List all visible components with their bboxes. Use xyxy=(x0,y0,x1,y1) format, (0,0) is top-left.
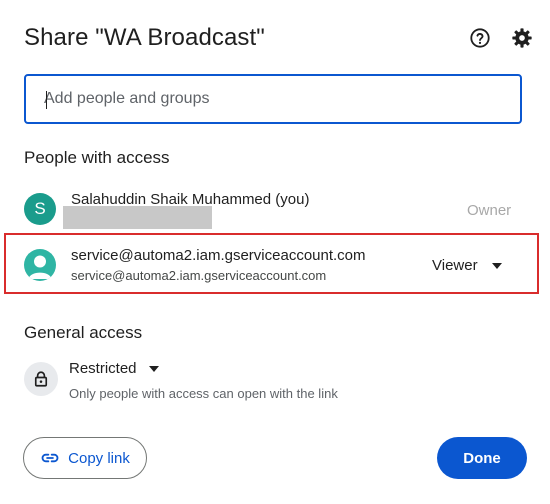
owner-role-label: Owner xyxy=(467,202,512,219)
avatar-letter: S xyxy=(34,199,46,218)
person-icon xyxy=(24,249,56,281)
redacted-email xyxy=(63,206,212,229)
add-people-field[interactable] xyxy=(24,74,522,124)
lock-icon xyxy=(24,362,58,396)
text-cursor xyxy=(46,91,47,109)
link-icon xyxy=(41,453,59,463)
general-access-mode: Restricted xyxy=(69,360,137,377)
add-people-input[interactable] xyxy=(26,76,520,122)
person-row-owner: S Salahuddin Shaik Muhammed (you) Owner xyxy=(0,187,550,231)
copy-link-label: Copy link xyxy=(68,449,130,467)
person-row-service-account: service@automa2.iam.gserviceaccount.com … xyxy=(0,238,550,290)
person-name: service@automa2.iam.gserviceaccount.com xyxy=(71,247,366,264)
people-with-access-heading: People with access xyxy=(24,148,170,167)
done-button[interactable]: Done xyxy=(437,437,527,479)
avatar: S xyxy=(24,193,56,225)
gear-icon[interactable] xyxy=(510,26,534,50)
dialog-title: Share "WA Broadcast" xyxy=(24,24,265,51)
general-access-dropdown[interactable]: Restricted xyxy=(69,360,159,377)
dropdown-arrow-icon xyxy=(491,262,502,269)
help-circle-icon[interactable] xyxy=(468,26,492,50)
dropdown-arrow-icon xyxy=(148,365,159,372)
role-label: Viewer xyxy=(432,257,478,274)
general-access-heading: General access xyxy=(24,323,143,342)
general-access-description: Only people with access can open with th… xyxy=(69,386,338,401)
role-dropdown[interactable]: Viewer xyxy=(432,257,502,274)
person-email: service@automa2.iam.gserviceaccount.com xyxy=(71,268,327,283)
copy-link-button[interactable]: Copy link xyxy=(23,437,147,479)
done-label: Done xyxy=(463,449,501,467)
